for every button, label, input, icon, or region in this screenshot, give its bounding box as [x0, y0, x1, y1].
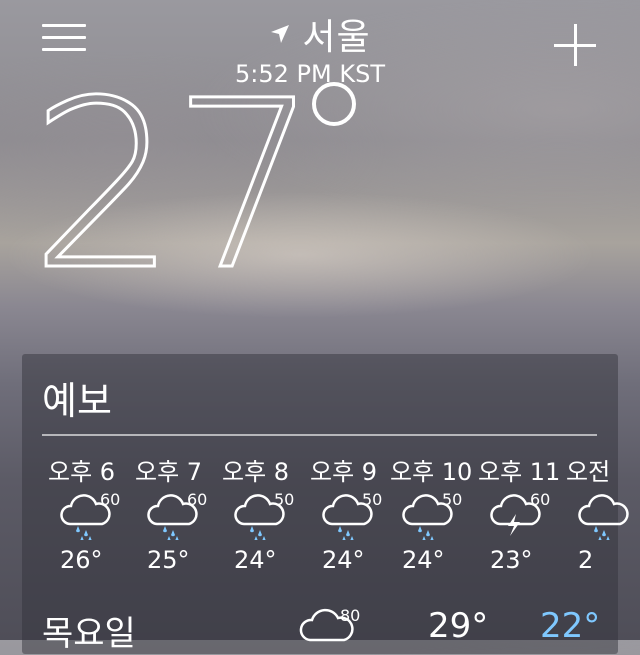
- location-arrow-icon: [271, 25, 290, 43]
- hour-precip: 60: [100, 490, 121, 509]
- rain-cloud-icon: [578, 494, 629, 540]
- hour-label: 오후 7: [135, 458, 203, 486]
- hour-label: 오전: [566, 458, 611, 486]
- hour-precip: 60: [530, 490, 551, 509]
- day-name: 목요일: [42, 614, 136, 654]
- hour-label: 오후 8: [222, 458, 290, 486]
- hour-precip: 50: [442, 490, 463, 509]
- hour-temp: 26°: [60, 546, 103, 574]
- hour-temp: 24°: [402, 546, 445, 574]
- current-temperature: 27: [28, 51, 320, 321]
- hour-precip: 60: [187, 490, 208, 509]
- hour-temp: 24°: [234, 546, 277, 574]
- hour-label: 오후 6: [48, 458, 116, 486]
- degree-ring: [312, 82, 356, 126]
- day-low-temp: 22°: [540, 606, 601, 646]
- hour-temp: 24°: [322, 546, 365, 574]
- forecast-title: 예보: [42, 379, 112, 423]
- hour-temp: 25°: [147, 546, 190, 574]
- forecast-divider: [42, 434, 597, 436]
- day-precip: 80: [340, 606, 361, 625]
- hour-precip: 50: [274, 490, 295, 509]
- hour-label: 오후 11: [478, 458, 561, 486]
- plus-icon[interactable]: [554, 24, 598, 68]
- hour-precip: 50: [362, 490, 383, 509]
- day-high-temp: 29°: [428, 606, 489, 646]
- hour-temp: 23°: [490, 546, 533, 574]
- hour-label: 오후 10: [390, 458, 473, 486]
- hour-temp: 2: [578, 546, 594, 574]
- hour-label: 오후 9: [310, 458, 378, 486]
